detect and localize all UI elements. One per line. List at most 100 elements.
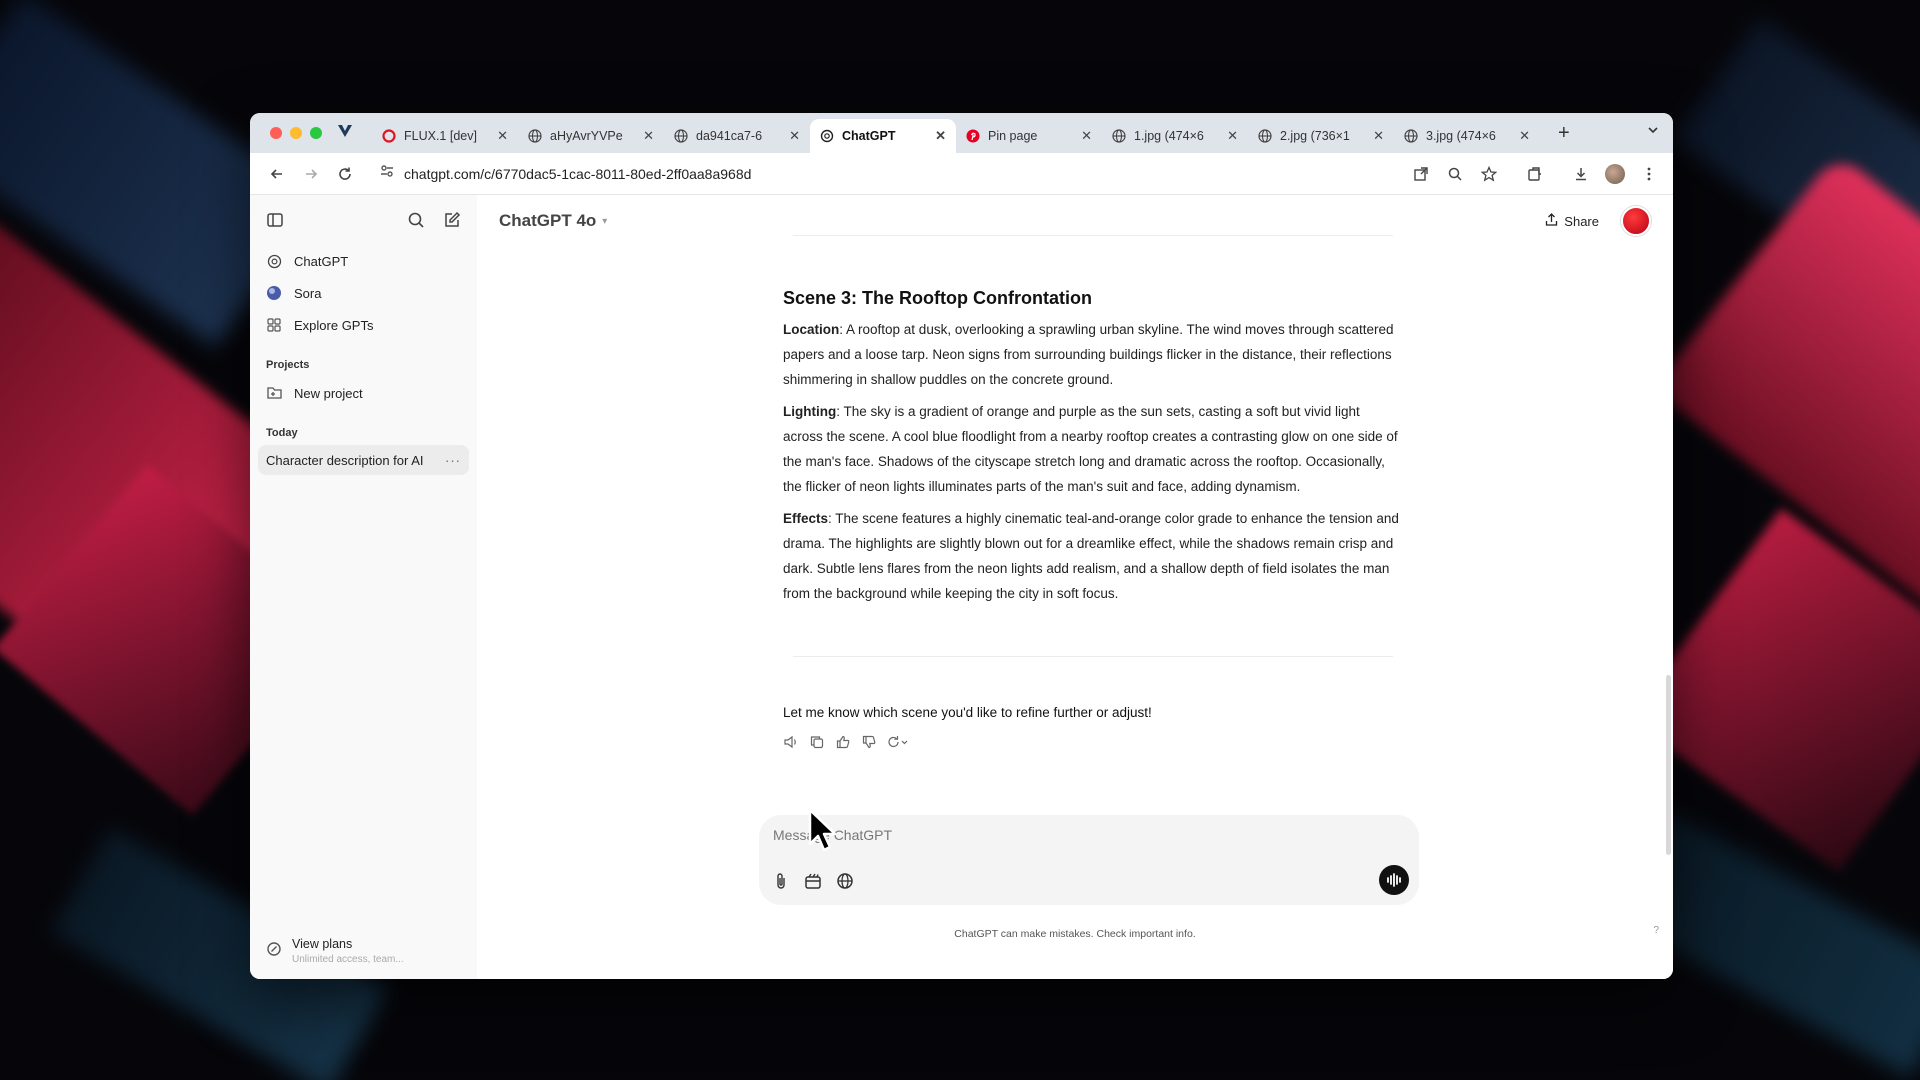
sidebar: ChatGPT Sora Explore GPTs Projects New pro… bbox=[250, 195, 477, 979]
sidebar-item-sora[interactable]: Sora bbox=[258, 277, 469, 309]
browser-tab[interactable]: 1.jpg (474×6 ✕ bbox=[1102, 119, 1248, 153]
close-tab-icon[interactable]: ✕ bbox=[1081, 128, 1092, 144]
forward-arrow-icon[interactable] bbox=[298, 161, 324, 187]
sidebar-toolbar bbox=[258, 205, 469, 235]
reload-icon[interactable] bbox=[332, 161, 358, 187]
share-icon bbox=[1545, 213, 1558, 229]
tab-title: da941ca7-6 bbox=[696, 129, 763, 143]
globe-icon bbox=[1404, 129, 1418, 143]
thumbs-up-icon[interactable] bbox=[835, 734, 851, 750]
browser-tab[interactable]: Pin page ✕ bbox=[956, 119, 1102, 153]
scrollbar[interactable] bbox=[1666, 675, 1671, 855]
browser-window: FLUX.1 [dev] ✕ aHyAvrYVPe ✕ da941ca7-6 ✕ ChatG… bbox=[250, 113, 1673, 979]
effects-label: Effects bbox=[783, 511, 829, 526]
new-tab-button[interactable]: + bbox=[1558, 122, 1570, 145]
back-arrow-icon[interactable] bbox=[264, 161, 290, 187]
view-plans-label: View plans bbox=[292, 937, 353, 951]
voice-mode-button[interactable] bbox=[1379, 865, 1409, 895]
share-label: Share bbox=[1564, 213, 1599, 229]
view-plans-sublabel: Unlimited access, team... bbox=[292, 954, 404, 965]
browser-tab[interactable]: 2.jpg (736×1 ✕ bbox=[1248, 119, 1394, 153]
read-aloud-icon[interactable] bbox=[783, 734, 799, 750]
window-controls bbox=[270, 127, 322, 139]
message-input[interactable] bbox=[773, 827, 1373, 843]
plans-icon bbox=[266, 941, 282, 962]
browser-tab[interactable]: FLUX.1 [dev] ✕ bbox=[372, 119, 518, 153]
divider bbox=[793, 235, 1393, 236]
download-icon[interactable] bbox=[1571, 164, 1591, 184]
sidebar-item-chatgpt[interactable]: ChatGPT bbox=[258, 245, 469, 277]
image-tool-icon[interactable] bbox=[803, 871, 823, 891]
sidebar-item-explore-gpts[interactable]: Explore GPTs bbox=[258, 309, 469, 341]
open-in-app-icon[interactable] bbox=[1411, 164, 1431, 184]
tab-title: FLUX.1 [dev] bbox=[404, 129, 477, 143]
bookmark-star-icon[interactable] bbox=[1479, 164, 1499, 184]
search-icon[interactable] bbox=[405, 209, 427, 231]
wallpaper-shape bbox=[1674, 17, 1920, 313]
globe-icon bbox=[1258, 129, 1272, 143]
composer-tools bbox=[771, 871, 855, 891]
toggle-sidebar-icon[interactable] bbox=[264, 209, 286, 231]
location-label: Location bbox=[783, 322, 840, 337]
message-composer bbox=[759, 815, 1419, 905]
browser-tab[interactable]: 3.jpg (474×6 ✕ bbox=[1394, 119, 1540, 153]
maximize-window-button[interactable] bbox=[310, 127, 322, 139]
close-tab-icon[interactable]: ✕ bbox=[1519, 128, 1530, 144]
extensions-icon[interactable] bbox=[1525, 164, 1545, 184]
browser-tab[interactable]: aHyAvrYVPe ✕ bbox=[518, 119, 664, 153]
address-actions bbox=[1411, 163, 1659, 184]
tab-title: Pin page bbox=[988, 129, 1038, 143]
user-avatar[interactable] bbox=[1621, 206, 1651, 236]
profile-avatar[interactable] bbox=[1605, 163, 1625, 184]
view-plans[interactable]: View plans Unlimited access, team... bbox=[266, 937, 404, 965]
chatgpt-icon bbox=[266, 253, 282, 269]
sidebar-item-label: Sora bbox=[294, 285, 322, 301]
attach-paperclip-icon[interactable] bbox=[771, 871, 791, 891]
location-text: : A rooftop at dusk, overlooking a spraw… bbox=[783, 322, 1394, 387]
close-tab-icon[interactable]: ✕ bbox=[643, 128, 654, 144]
tab-search-chevron-icon[interactable] bbox=[1647, 124, 1659, 139]
tab-bar: FLUX.1 [dev] ✕ aHyAvrYVPe ✕ da941ca7-6 ✕ ChatG… bbox=[250, 113, 1673, 153]
chatgpt-app: ChatGPT Sora Explore GPTs Projects New pro… bbox=[250, 195, 1673, 979]
close-tab-icon[interactable]: ✕ bbox=[789, 128, 800, 144]
pinned-tab-v-icon[interactable] bbox=[336, 124, 354, 143]
url-field[interactable]: chatgpt.com/c/6770dac5-1cac-8011-80ed-2f… bbox=[404, 166, 1411, 182]
effects-text: : The scene features a highly cinematic … bbox=[783, 511, 1399, 601]
address-bar-row: chatgpt.com/c/6770dac5-1cac-8011-80ed-2f… bbox=[250, 153, 1673, 195]
lighting-text: : The sky is a gradient of orange and pu… bbox=[783, 404, 1398, 494]
close-window-button[interactable] bbox=[270, 127, 282, 139]
globe-icon bbox=[1112, 129, 1126, 143]
minimize-window-button[interactable] bbox=[290, 127, 302, 139]
regenerate-icon[interactable] bbox=[887, 734, 911, 750]
site-info-icon[interactable] bbox=[380, 164, 394, 183]
share-button[interactable]: Share bbox=[1545, 213, 1599, 229]
sora-icon bbox=[266, 285, 282, 301]
globe-icon bbox=[528, 129, 542, 143]
close-tab-icon[interactable]: ✕ bbox=[497, 128, 508, 144]
disclaimer-text: ChatGPT can make mistakes. Check importa… bbox=[954, 928, 1196, 940]
zoom-icon[interactable] bbox=[1445, 164, 1465, 184]
close-tab-icon[interactable]: ✕ bbox=[1227, 128, 1238, 144]
conversation-options-icon[interactable]: ··· bbox=[445, 453, 461, 468]
browser-tab[interactable]: ChatGPT ✕ bbox=[810, 119, 956, 153]
help-button[interactable]: ? bbox=[1653, 925, 1659, 936]
conversation-item[interactable]: Character description for AI ··· bbox=[258, 445, 469, 475]
browser-menu-icon[interactable] bbox=[1639, 164, 1659, 184]
browser-tab[interactable]: da941ca7-6 ✕ bbox=[664, 119, 810, 153]
closing-text: Let me know which scene you'd like to re… bbox=[783, 705, 1152, 720]
web-search-globe-icon[interactable] bbox=[835, 871, 855, 891]
thumbs-down-icon[interactable] bbox=[861, 734, 877, 750]
wallpaper-shape bbox=[1652, 152, 1920, 648]
lighting-paragraph: Lighting: The sky is a gradient of orang… bbox=[783, 399, 1403, 499]
grid-icon bbox=[266, 317, 282, 333]
tab-title: 2.jpg (736×1 bbox=[1280, 129, 1350, 143]
close-tab-icon[interactable]: ✕ bbox=[935, 128, 946, 144]
conversation-title: Character description for AI bbox=[266, 452, 424, 468]
effects-paragraph: Effects: The scene features a highly cin… bbox=[783, 506, 1403, 606]
new-chat-icon[interactable] bbox=[441, 209, 463, 231]
model-selector[interactable]: ChatGPT 4o ▾ bbox=[499, 211, 607, 231]
scene-heading: Scene 3: The Rooftop Confrontation bbox=[783, 288, 1092, 308]
copy-icon[interactable] bbox=[809, 734, 825, 750]
close-tab-icon[interactable]: ✕ bbox=[1373, 128, 1384, 144]
new-project-item[interactable]: New project bbox=[258, 377, 469, 409]
